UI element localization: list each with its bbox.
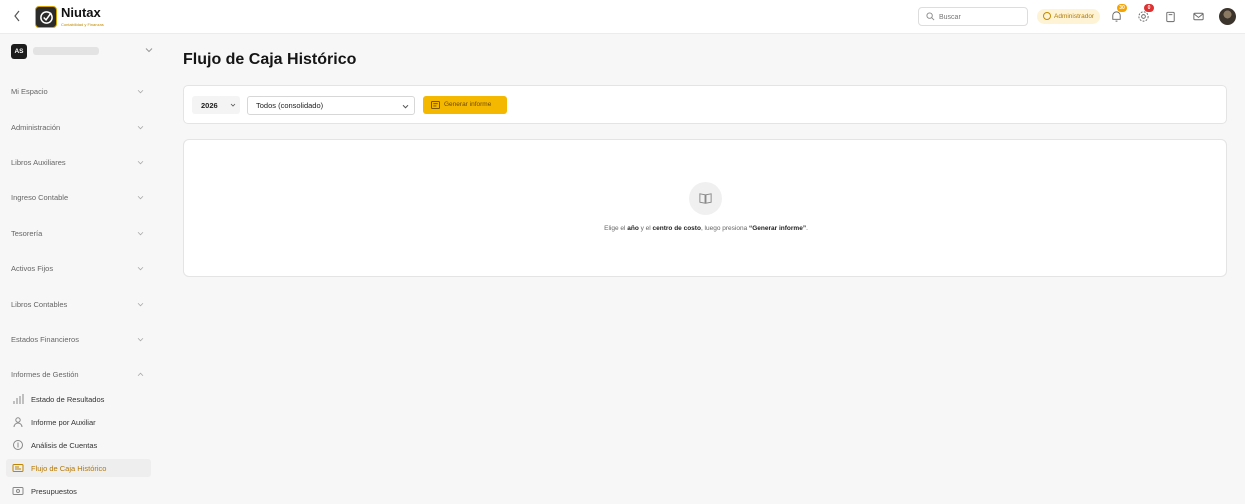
workspace-name-redacted[interactable]: [33, 47, 99, 55]
sidebar-subitem-presupuestos[interactable]: Presupuestos: [6, 482, 151, 500]
chevron-down-icon: [230, 103, 236, 107]
sidebar-subitem-label: Informe por Auxiliar: [31, 418, 96, 427]
sidebar-subitem-label: Flujo de Caja Histórico: [31, 464, 107, 473]
cost-center-select[interactable]: Todos (consolidado): [247, 96, 415, 115]
bar-chart-icon: [13, 394, 24, 404]
budget-icon: [12, 487, 24, 495]
chevron-up-icon: [137, 372, 144, 377]
chevron-down-icon: [137, 160, 144, 165]
sidebar-item-label: Ingreso Contable: [11, 193, 69, 202]
notifications-count: 30: [1117, 4, 1127, 12]
sidebar-subitem-informe-por-auxiliar[interactable]: Informe por Auxiliar: [6, 413, 151, 431]
notifications-button[interactable]: 30: [1110, 4, 1127, 23]
chevron-down-icon: [137, 302, 144, 307]
empty-state-card: Elige el año y el centro de costo, luego…: [183, 139, 1227, 277]
app-name: Niutax: [61, 5, 101, 20]
mail-icon: [1193, 12, 1204, 21]
sidebar-item-label: Estados Financieros: [11, 335, 79, 344]
chevron-down-icon: [402, 104, 409, 109]
chevron-down-icon: [137, 266, 144, 271]
sidebar-item-tesoreria[interactable]: Tesorería: [0, 223, 160, 245]
clipboard-icon: [1166, 11, 1175, 23]
users-icon: [13, 417, 23, 428]
messages-button[interactable]: [1192, 10, 1205, 23]
sidebar-item-label: Tesorería: [11, 229, 43, 238]
search-box[interactable]: [918, 7, 1028, 26]
cost-center-select-value: Todos (consolidado): [256, 101, 324, 110]
sidebar-item-estados-financieros[interactable]: Estados Financieros: [0, 329, 160, 351]
top-bar: Niutax Contabilidad y Finanzas Administr…: [0, 0, 1245, 34]
sidebar-subitem-estado-de-resultados[interactable]: Estado de Resultados: [6, 390, 151, 408]
chevron-down-icon: [137, 231, 144, 236]
sidebar-item-label: Mi Espacio: [11, 87, 48, 96]
sidebar-item-label: Informes de Gestión: [11, 370, 79, 379]
sidebar: AS Mi Espacio Administración Libros Auxi…: [0, 34, 160, 504]
filter-bar: 2026 Todos (consolidado) Generar informe: [183, 85, 1227, 124]
sidebar-item-activos-fijos[interactable]: Activos Fijos: [0, 258, 160, 280]
avatar[interactable]: [1219, 8, 1236, 25]
sidebar-subitem-flujo-de-caja-historico[interactable]: Flujo de Caja Histórico: [6, 459, 151, 477]
sidebar-item-libros-auxiliares[interactable]: Libros Auxiliares: [0, 152, 160, 174]
empty-state-icon-circle: [689, 182, 722, 215]
settings-count: 0: [1144, 4, 1154, 12]
chevron-down-icon: [137, 337, 144, 342]
logo: [35, 6, 57, 28]
sidebar-subitem-label: Análisis de Cuentas: [31, 441, 98, 450]
search-icon: [926, 12, 935, 21]
chevron-down-icon: [137, 195, 144, 200]
sidebar-item-libros-contables[interactable]: Libros Contables: [0, 294, 160, 316]
page-title: Flujo de Caja Histórico: [183, 51, 357, 68]
settings-button[interactable]: 0: [1137, 4, 1154, 23]
sidebar-item-label: Libros Auxiliares: [11, 158, 66, 167]
workspace-initials[interactable]: AS: [11, 44, 27, 59]
sidebar-item-label: Libros Contables: [11, 300, 68, 309]
role-badge[interactable]: Administrador: [1037, 9, 1101, 24]
year-select-value: 2026: [201, 101, 218, 110]
back-icon[interactable]: [12, 9, 24, 25]
role-badge-label: Administrador: [1054, 13, 1095, 20]
chevron-down-icon: [137, 89, 144, 94]
sidebar-item-label: Activos Fijos: [11, 264, 54, 273]
report-icon: [431, 101, 440, 109]
sidebar-item-administracion[interactable]: Administración: [0, 117, 160, 139]
sidebar-subitem-analisis-de-cuentas[interactable]: Análisis de Cuentas: [6, 436, 151, 454]
sidebar-item-informes-de-gestion[interactable]: Informes de Gestión: [0, 364, 160, 386]
book-icon: [699, 193, 712, 204]
sidebar-item-mi-espacio[interactable]: Mi Espacio: [0, 81, 160, 103]
sidebar-item-ingreso-contable[interactable]: Ingreso Contable: [0, 187, 160, 209]
admin-icon: [1043, 12, 1051, 20]
search-input[interactable]: [939, 11, 1023, 23]
empty-state-message: Elige el año y el centro de costo, luego…: [604, 225, 808, 232]
generate-report-button[interactable]: Generar informe: [423, 96, 507, 114]
cash-icon: [12, 464, 24, 472]
app-tagline: Contabilidad y Finanzas: [61, 22, 104, 27]
generate-report-label: Generar informe: [444, 101, 492, 108]
chevron-down-icon: [137, 125, 144, 130]
sidebar-subitem-label: Presupuestos: [31, 487, 77, 496]
sidebar-subitem-label: Estado de Resultados: [31, 395, 105, 404]
sidebar-item-label: Administración: [11, 123, 61, 132]
coin-icon: [13, 440, 23, 450]
tasks-button[interactable]: [1164, 10, 1177, 23]
year-select[interactable]: 2026: [192, 96, 240, 114]
chevron-down-icon[interactable]: [145, 47, 153, 53]
